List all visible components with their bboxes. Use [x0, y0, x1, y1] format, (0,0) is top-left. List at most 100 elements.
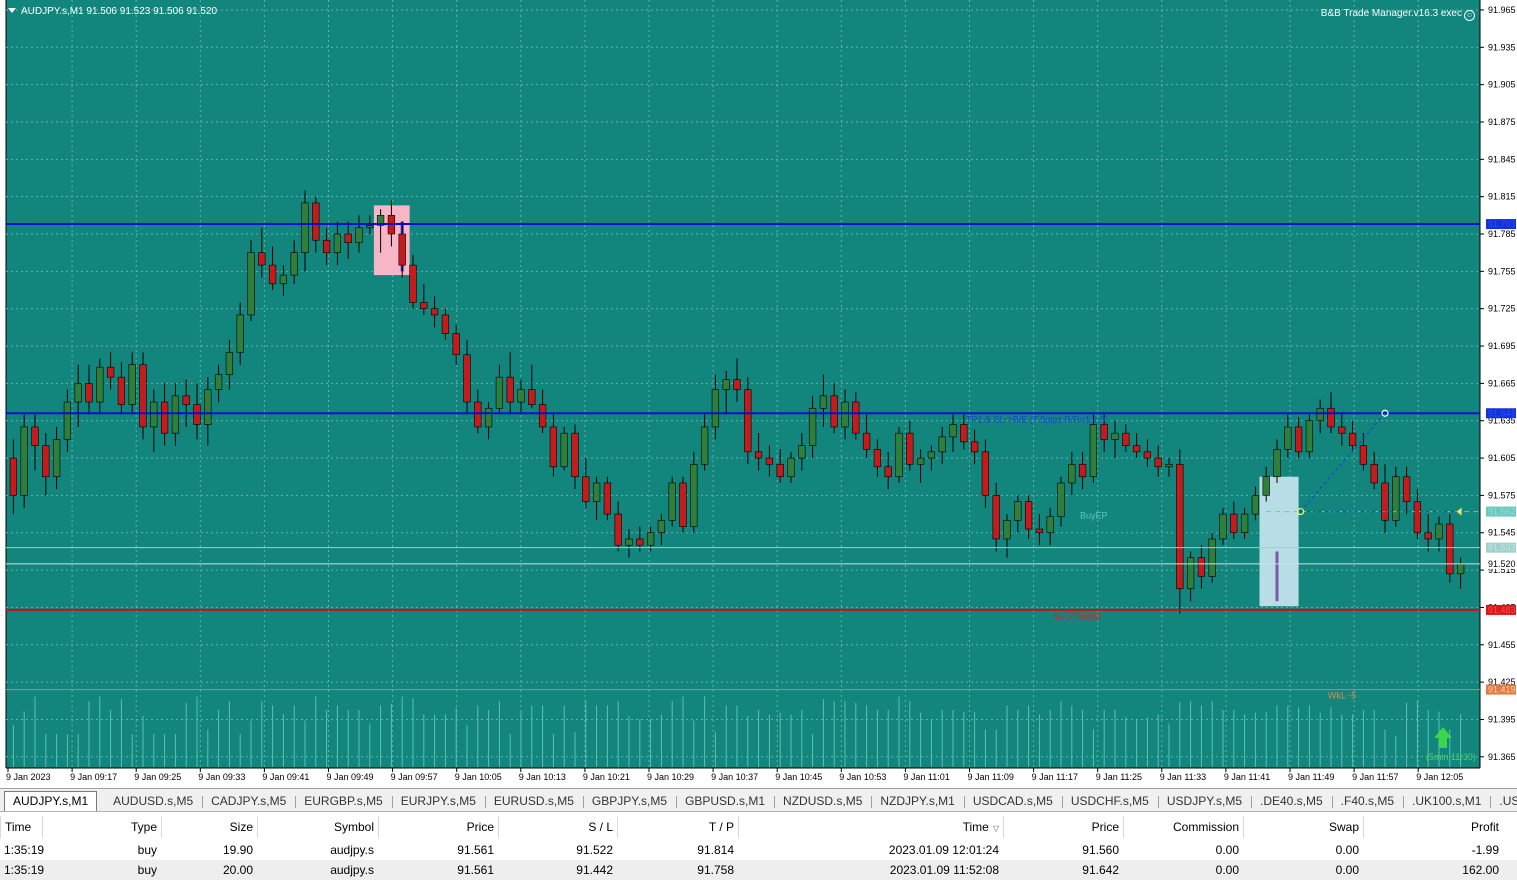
price-tick-label: 91.785 — [1488, 229, 1516, 239]
price-tick-label: 91.365 — [1488, 752, 1516, 762]
candle-body — [1014, 501, 1022, 521]
column-header-symbol[interactable]: Symbol — [257, 816, 378, 838]
candle-body — [981, 451, 990, 496]
tab-de40-s-m5[interactable]: .DE40.s,M5 — [1252, 792, 1331, 811]
candle-body — [9, 457, 18, 496]
tab-audjpy-s-m1[interactable]: AUDJPY.s,M1 — [4, 791, 98, 813]
candle[interactable] — [560, 426, 568, 471]
candle[interactable] — [1176, 449, 1184, 614]
cell-s-l: 91.442 — [576, 863, 613, 877]
wkl-annotation: WkL -5 — [1328, 691, 1356, 701]
candle-body — [657, 519, 666, 534]
column-header-profit[interactable]: Profit — [1363, 816, 1503, 838]
price-tag-wkl: 91.419 — [1488, 685, 1516, 695]
time-tick-label: 9 Jan 11:09 — [968, 772, 1014, 782]
candle-body — [495, 376, 504, 409]
column-header-t-p[interactable]: T / P — [617, 816, 738, 838]
price-chart[interactable]: 91.965 91.935 91.905 91.875 91.845 91.815 91.7… — [0, 0, 1517, 788]
cell-price: 91.561 — [457, 863, 494, 877]
tab-gbpusd-s-m1[interactable]: GBPUSD.s,M1 — [677, 792, 773, 811]
column-header-swap[interactable]: Swap — [1243, 816, 1363, 838]
candle[interactable] — [1446, 514, 1454, 583]
time-tick-label: 9 Jan 11:25 — [1096, 772, 1142, 782]
candle-body — [1003, 519, 1011, 540]
candle[interactable] — [744, 377, 752, 465]
tab-eurjpy-s-m5[interactable]: EURJPY.s,M5 — [393, 792, 484, 811]
time-tick-label: 9 Jan 10:29 — [647, 772, 694, 782]
dropdown-arrow-icon[interactable] — [8, 8, 16, 13]
symbol-header[interactable]: AUDJPY.s,M1 91.506 91.523 91.506 91.520 — [8, 6, 217, 17]
candle-body — [85, 383, 93, 403]
column-header-price[interactable]: Price — [1003, 816, 1123, 838]
tab-gbpjpy-s-m5[interactable]: GBPJPY.s,M5 — [584, 792, 675, 811]
candle-body — [160, 401, 169, 434]
column-header-price[interactable]: Price — [378, 816, 498, 838]
candle-body — [398, 233, 406, 266]
sort-descending-icon[interactable]: ▽ — [993, 824, 999, 833]
candle[interactable] — [668, 476, 676, 527]
candle-body — [1219, 513, 1227, 540]
expert-advisor-name: B&B Trade Manager.v16.3 exec — [1320, 8, 1462, 19]
tab-us[interactable]: .US — [1491, 792, 1517, 811]
cell-profit: -1.99 — [1471, 843, 1499, 857]
price-tick-label: 91.455 — [1488, 640, 1516, 650]
tab-cadjpy-s-m5[interactable]: CADJPY.s,M5 — [203, 792, 294, 811]
candle-body — [614, 513, 622, 546]
table-row[interactable]: 1:35:19 buy 20.00 audjpy.s 91.561 91.442 91.75… — [0, 860, 1517, 880]
candle-body — [625, 538, 633, 546]
candle[interactable] — [1208, 532, 1216, 583]
column-header-time[interactable]: Time ▽ — [738, 816, 1003, 838]
time-tick-label: 9 Jan 09:17 — [70, 772, 117, 782]
chart-window[interactable]: 91.965 91.935 91.905 91.875 91.845 91.815 91.7… — [0, 0, 1517, 788]
column-header-s-l[interactable]: S / L — [498, 816, 617, 838]
candle-body — [560, 432, 568, 468]
candle-body — [549, 426, 558, 468]
candle-body — [1456, 563, 1465, 575]
candle-body — [1251, 495, 1260, 515]
tab-nzdusd-s-m5[interactable]: NZDUSD.s,M5 — [775, 792, 870, 811]
price-tick-label: 91.935 — [1488, 42, 1516, 52]
candle-body — [258, 252, 266, 266]
cell-price: 91.642 — [1082, 863, 1119, 877]
plot-area[interactable] — [6, 0, 1480, 768]
table-header: Time Type Size Symbol Price S / L T / P Time ▽ Pr… — [0, 816, 1517, 838]
candle[interactable] — [679, 476, 687, 533]
column-header-label: Profit — [1470, 820, 1499, 834]
price-tag-tp-lower: 91.641 — [1488, 408, 1516, 418]
tab-nzdjpy-s-m1[interactable]: NZDJPY.s,M1 — [872, 792, 962, 811]
tab-usdcad-s-m5[interactable]: USDCAD.s,M5 — [965, 792, 1061, 811]
candle-body — [970, 441, 979, 453]
column-header-size[interactable]: Size — [161, 816, 257, 838]
tab-eurgbp-s-m5[interactable]: EURGBP.s,M5 — [296, 792, 390, 811]
candle-body — [1316, 407, 1324, 422]
column-header-label: Symbol — [333, 820, 374, 834]
candle-body — [711, 389, 720, 428]
column-header-type[interactable]: Type — [42, 816, 161, 838]
column-header-time[interactable]: Time — [0, 816, 42, 838]
order-zone-blue — [1259, 476, 1299, 607]
time-tick-label: 9 Jan 11:01 — [903, 772, 949, 782]
tab-f40-s-m5[interactable]: .F40.s,M5 — [1333, 792, 1402, 811]
price-tick-label: 91.905 — [1488, 80, 1516, 90]
tab-audusd-s-m5[interactable]: AUDUSD.s,M5 — [105, 792, 201, 811]
candle-body — [938, 436, 946, 453]
candle-body — [1435, 523, 1443, 540]
candle-body — [20, 426, 28, 496]
candle[interactable] — [1305, 414, 1314, 459]
tab-usdjpy-s-m5[interactable]: USDJPY.s,M5 — [1159, 792, 1250, 811]
table-row[interactable]: 1:35:19 buy 19.90 audjpy.s 91.561 91.522 91.81… — [0, 840, 1517, 860]
candle[interactable] — [20, 414, 28, 508]
cell-price: 91.560 — [1082, 843, 1119, 857]
tab-uk100-s-m1[interactable]: .UK100.s,M1 — [1404, 792, 1489, 811]
tab-eurusd-s-m5[interactable]: EURUSD.s,M5 — [486, 792, 582, 811]
candle[interactable] — [1089, 414, 1098, 483]
candle-body — [528, 389, 536, 405]
candle[interactable] — [603, 476, 612, 521]
candle-body — [1154, 457, 1162, 468]
candle[interactable] — [139, 352, 147, 440]
candle[interactable] — [895, 426, 903, 483]
tab-usdchf-s-m5[interactable]: USDCHF.s,M5 — [1063, 792, 1157, 811]
candle-body — [1262, 476, 1270, 496]
column-header-commission[interactable]: Commission — [1123, 816, 1243, 838]
expert-advisor-label[interactable]: B&B Trade Manager.v16.3 exec ☺ — [1321, 8, 1475, 21]
